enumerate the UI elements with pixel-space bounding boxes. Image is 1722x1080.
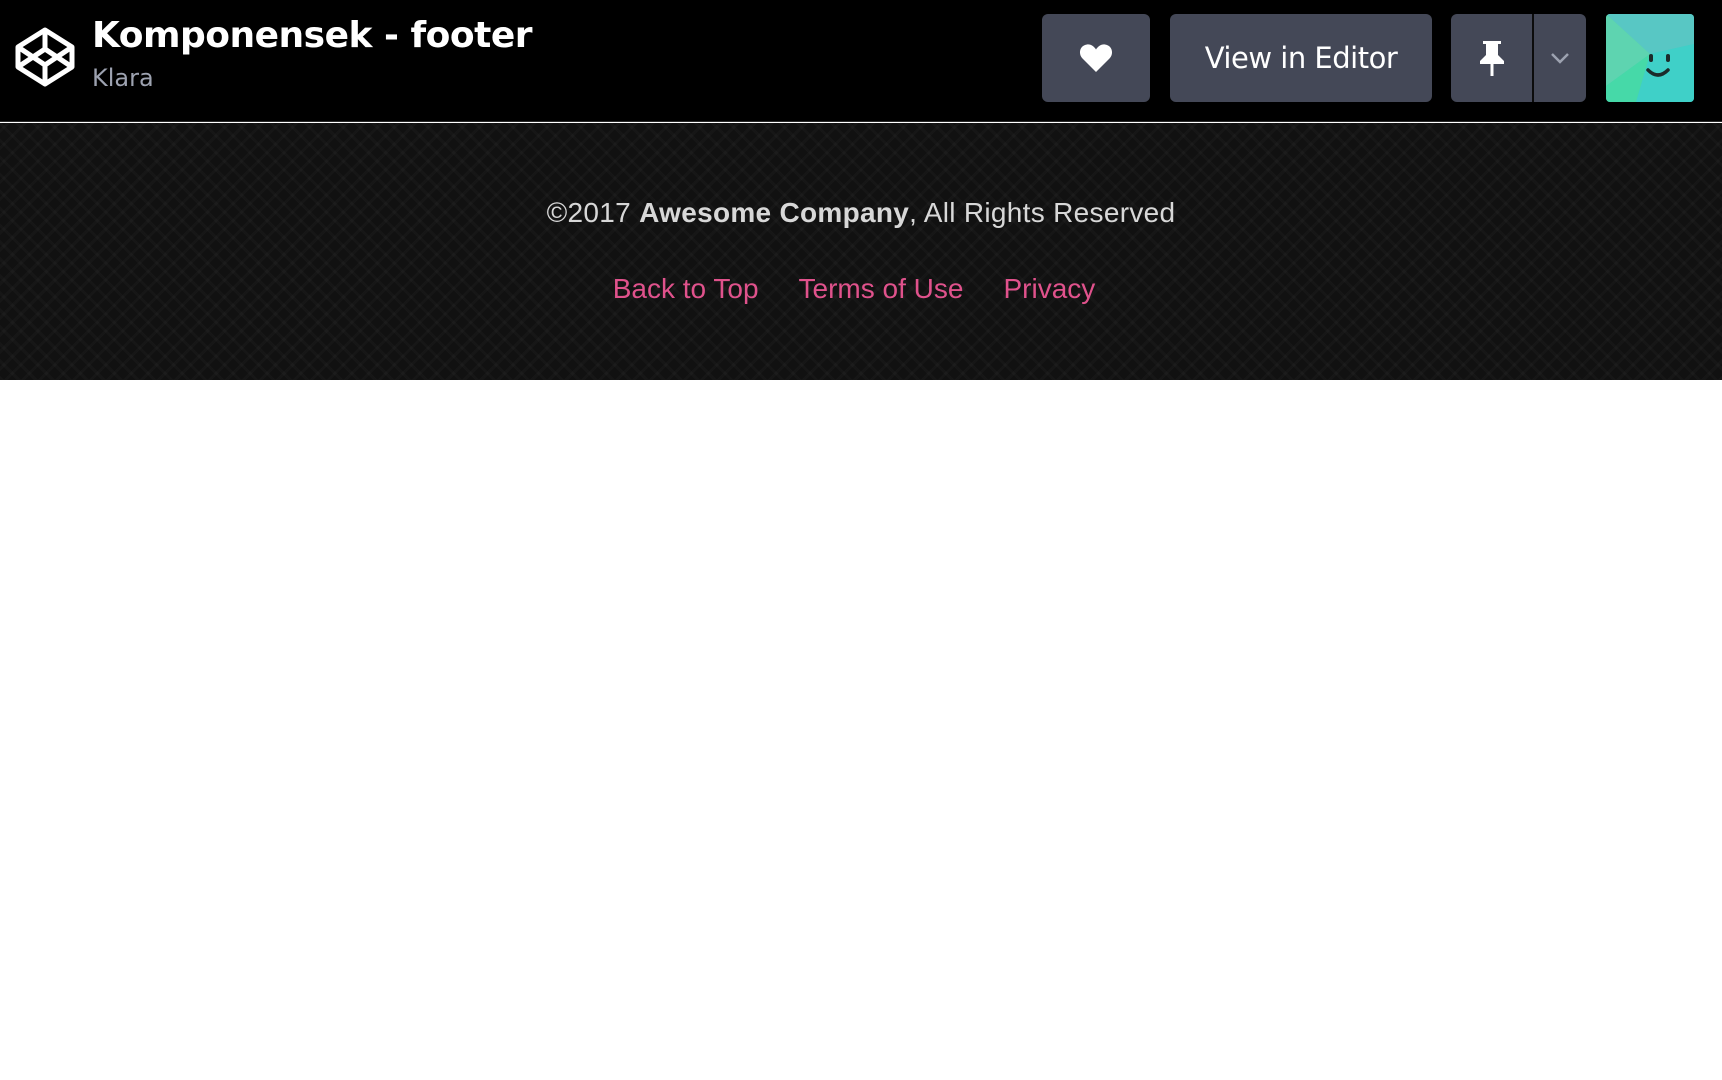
copyright-suffix: , All Rights Reserved: [909, 197, 1176, 228]
chevron-down-icon: [1551, 53, 1569, 64]
codepen-logo-icon[interactable]: [14, 26, 76, 88]
copyright-text: ©2017 Awesome Company, All Rights Reserv…: [0, 195, 1722, 231]
heart-button[interactable]: [1042, 14, 1150, 102]
footer-links: Back to Top Terms of Use Privacy: [0, 271, 1722, 307]
company-name: Awesome Company: [639, 197, 910, 228]
pin-button-group: [1451, 14, 1586, 102]
pin-button[interactable]: [1451, 14, 1532, 102]
pen-header: Komponensek - footer Klara View in Edito…: [0, 0, 1722, 122]
pen-author[interactable]: Klara: [92, 62, 532, 94]
pen-title-block: Komponensek - footer Klara: [92, 12, 532, 94]
page-body: [0, 380, 1722, 1080]
site-footer: ©2017 Awesome Company, All Rights Reserv…: [0, 123, 1722, 380]
view-in-editor-button[interactable]: View in Editor: [1170, 14, 1432, 102]
back-to-top-link[interactable]: Back to Top: [613, 271, 759, 307]
pin-icon: [1479, 41, 1504, 76]
heart-icon: [1079, 44, 1113, 72]
copyright-prefix: ©2017: [546, 197, 640, 228]
pen-title: Komponensek - footer: [92, 15, 532, 56]
privacy-link[interactable]: Privacy: [1003, 271, 1095, 307]
user-avatar[interactable]: [1606, 14, 1694, 102]
terms-of-use-link[interactable]: Terms of Use: [799, 271, 964, 307]
pin-options-button[interactable]: [1534, 14, 1586, 102]
